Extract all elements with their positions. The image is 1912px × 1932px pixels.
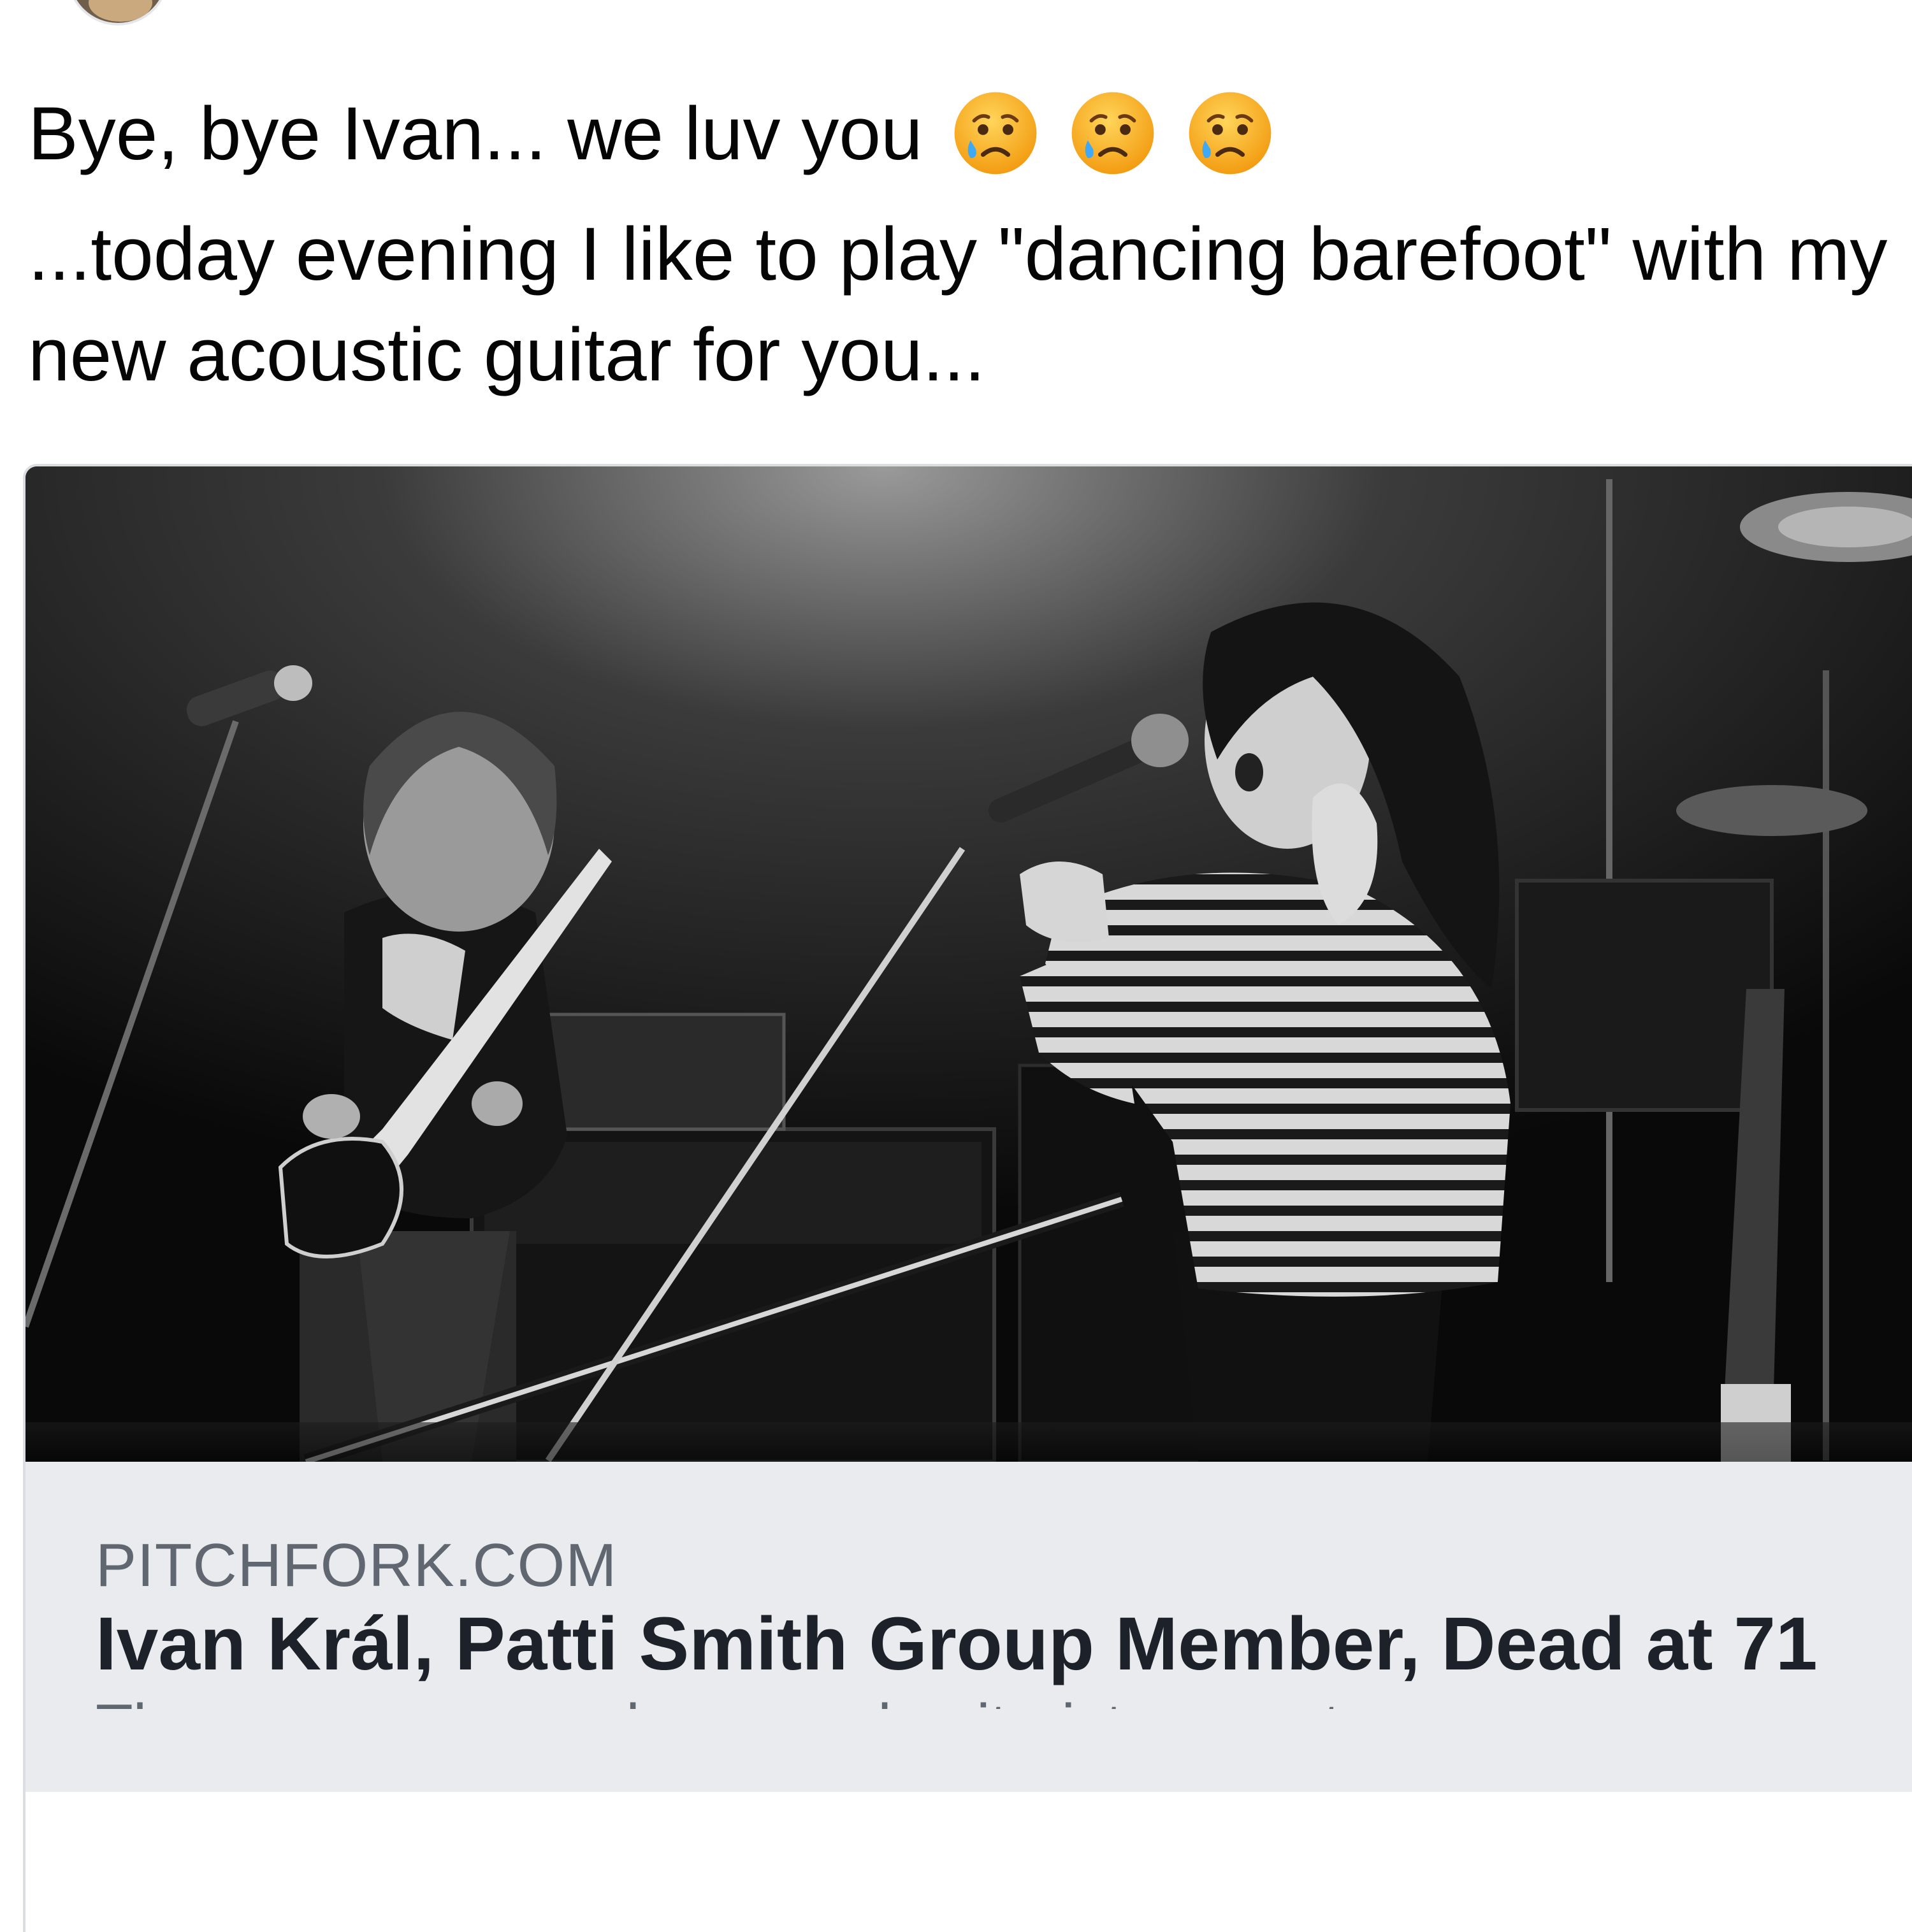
link-domain: PITCHFORK.COM	[96, 1531, 618, 1599]
crying-face-icon	[1185, 89, 1275, 178]
post-line-1-text: Bye, bye Ivan... we luv you	[28, 92, 923, 176]
link-preview-footer	[25, 1709, 1912, 1792]
crying-face-icon	[951, 89, 1040, 178]
link-headline[interactable]: Ivan Král, Patti Smith Group Member, Dea…	[96, 1601, 1818, 1687]
post-line-1: Bye, bye Ivan... we luv you	[28, 76, 1889, 191]
link-preview-meta[interactable]: PITCHFORK.COM Ivan Král, Patti Smith Gro…	[25, 1462, 1912, 1760]
link-preview-image[interactable]	[25, 466, 1912, 1462]
post-text: Bye, bye Ivan... we luv you ...today eve…	[28, 76, 1889, 405]
post-body: ...today evening I like to play "dancing…	[28, 212, 1888, 397]
author-avatar[interactable]	[67, 0, 169, 25]
crying-face-icon	[1068, 89, 1157, 178]
link-preview-card[interactable]: PITCHFORK.COM Ivan Král, Patti Smith Gro…	[25, 466, 1912, 1932]
avatar-photo	[89, 0, 152, 22]
